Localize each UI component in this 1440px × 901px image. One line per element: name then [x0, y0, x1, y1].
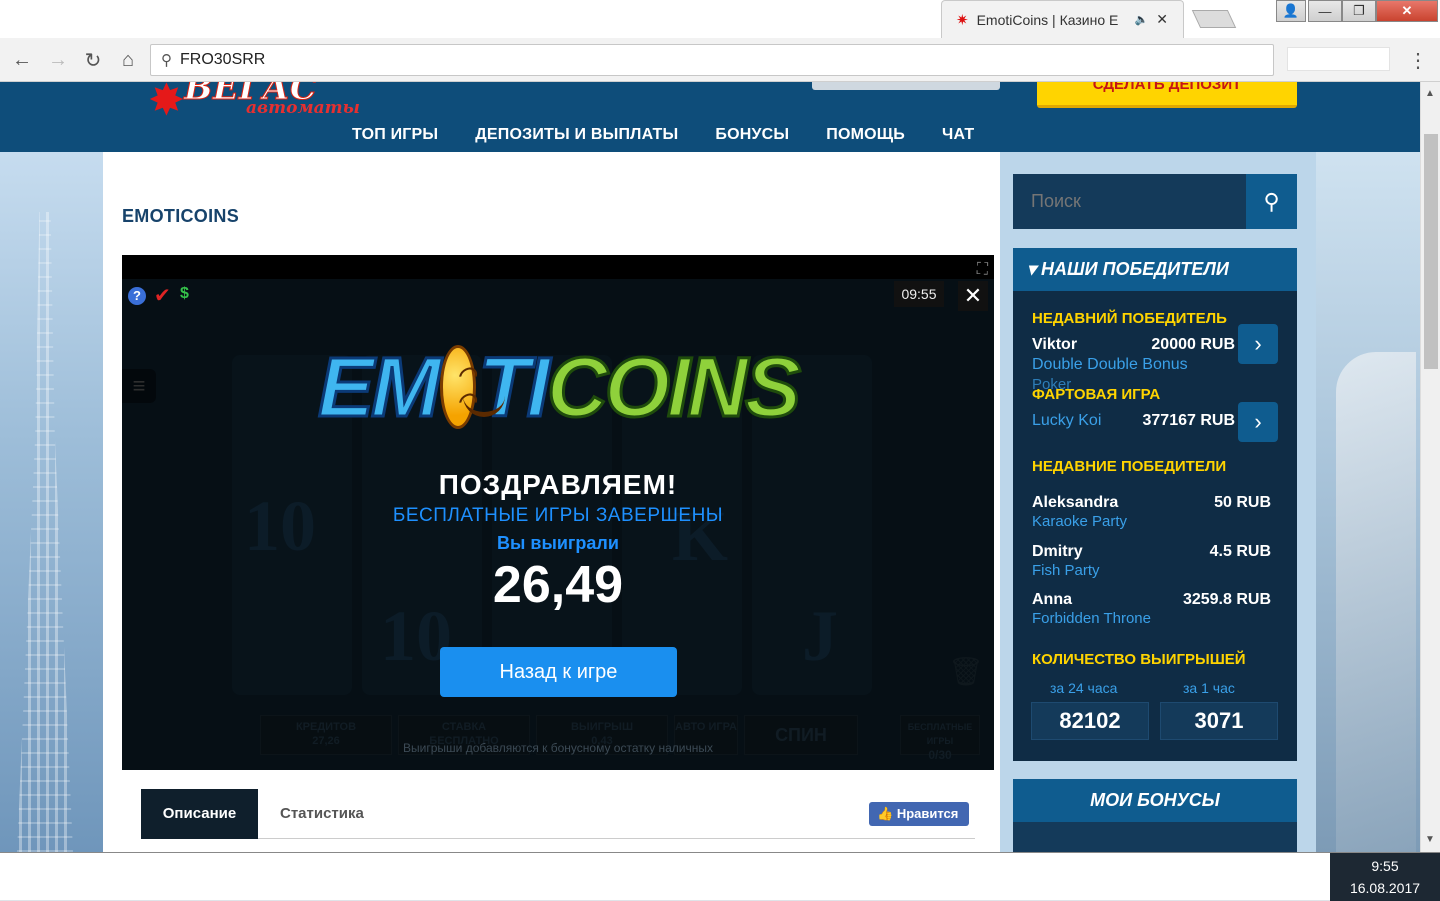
- wins-24h-count: 82102: [1031, 702, 1149, 740]
- winner-name: Anna: [1032, 591, 1072, 608]
- search-icon: ⚲: [1263, 189, 1280, 214]
- you-won-label: Вы выиграли: [497, 533, 619, 553]
- winner-amount: 20000 RUB: [1151, 336, 1235, 353]
- home-icon[interactable]: ⌂: [114, 46, 142, 74]
- site-logo[interactable]: ✸ ВЕГАС автоматы: [148, 82, 360, 134]
- check-icon[interactable]: ✔: [154, 283, 171, 308]
- wins-count-label: КОЛИЧЕСТВО ВЫИГРЫШЕЙ: [1032, 651, 1246, 668]
- bonuses-header[interactable]: МОИ БОНУСЫ: [1013, 779, 1297, 822]
- winner-game[interactable]: Forbidden Throne: [1032, 610, 1151, 627]
- winner-amount: 3259.8 RUB: [1182, 591, 1271, 608]
- game-timer: 09:55: [894, 281, 944, 307]
- search-button[interactable]: ⚲: [1246, 174, 1297, 229]
- window-minimize-button[interactable]: —: [1308, 0, 1342, 22]
- facebook-like-button[interactable]: 👍 Нравится: [869, 802, 969, 826]
- browser-toolbar: ← → ↻ ⌂ ⚲ FRO30SRR ⋮: [0, 38, 1440, 82]
- scroll-up-icon[interactable]: ▲: [1425, 88, 1435, 99]
- background-right: [1316, 152, 1420, 852]
- game-frame[interactable]: ⛶ 10 10 K J ≡ 🗑 КРЕДИТОВ 27,26 СТАВКА БЕСП…: [122, 255, 994, 770]
- deposit-button[interactable]: СДЕЛАТЬ ДЕПОЗИТ: [1037, 82, 1297, 108]
- winner-name: Viktor: [1032, 336, 1078, 353]
- tab-title: EmotiCoins | Казино Е: [976, 11, 1119, 28]
- search-box: ⚲: [1013, 174, 1297, 229]
- eiffel-tower-image: [17, 212, 73, 852]
- reload-icon[interactable]: ↻: [79, 46, 107, 74]
- page-title: EMOTICOINS: [122, 206, 240, 226]
- congrats-heading: ПОЗДРАВЛЯЕМ!: [438, 469, 678, 500]
- win-amount: 26,49: [492, 556, 624, 614]
- clock-time: 9:55: [1371, 858, 1399, 874]
- smiley-icon: [440, 345, 506, 429]
- speaker-icon[interactable]: 🔈: [1135, 13, 1149, 26]
- winner-amount: 50 RUB: [1214, 494, 1271, 511]
- back-arrow-icon[interactable]: ←: [8, 46, 36, 74]
- thumbs-up-icon: 👍: [877, 806, 894, 821]
- search-input[interactable]: [1013, 174, 1246, 229]
- star-icon: ✸: [148, 82, 185, 125]
- chevron-right-icon[interactable]: ›: [1238, 402, 1278, 442]
- taskbar-clock[interactable]: 9:55 16.08.2017: [1330, 853, 1440, 901]
- recent-winners-label: НЕДАВНИЕ ПОБЕДИТЕЛИ: [1032, 458, 1227, 475]
- lucky-game-name[interactable]: Lucky Koi: [1032, 412, 1101, 430]
- free-games-finished-text: БЕСПЛАТНЫЕ ИГРЫ ЗАВЕРШЕНЫ: [392, 505, 724, 526]
- address-text: FRO30SRR: [180, 51, 266, 68]
- winner-name: Aleksandra: [1032, 494, 1119, 511]
- close-icon[interactable]: ✕: [958, 281, 988, 311]
- lucky-game-label: ФАРТОВАЯ ИГРА: [1032, 386, 1161, 403]
- wins-1h-count: 3071: [1160, 702, 1278, 740]
- nav-item-bonuses[interactable]: БОНУСЫ: [715, 126, 789, 148]
- nav-item-help[interactable]: ПОМОЩЬ: [826, 126, 905, 148]
- address-bar[interactable]: ⚲ FRO30SRR: [150, 44, 1274, 76]
- recent-winner-label: НЕДАВНИЙ ПОБЕДИТЕЛЬ: [1032, 310, 1227, 327]
- taskbar: 9:55 16.08.2017: [0, 852, 1440, 901]
- nav-item-chat[interactable]: ЧАТ: [942, 126, 974, 148]
- bonuses-panel: МОИ БОНУСЫ: [1013, 779, 1297, 852]
- window-user-button[interactable]: 👤: [1276, 0, 1306, 22]
- site-header: ✸ ВЕГАС автоматы СДЕЛАТЬ ДЕПОЗИТ ТОП ИГР…: [0, 82, 1420, 152]
- slot-machine-image: [1336, 352, 1416, 852]
- tab-statistics[interactable]: Статистика: [280, 789, 364, 839]
- logo-subtitle: автоматы: [246, 98, 360, 118]
- browser-menu-icon[interactable]: ⋮: [1408, 46, 1428, 74]
- winner-game[interactable]: Double Double Bonus: [1032, 356, 1188, 374]
- page-viewport: ✸ ВЕГАС автоматы СДЕЛАТЬ ДЕПОЗИТ ТОП ИГР…: [0, 82, 1420, 852]
- bonus-note: Выигрыши добавляются к бонусному остатку…: [403, 741, 713, 755]
- login-field[interactable]: [812, 82, 1000, 90]
- winner-game[interactable]: Fish Party: [1032, 562, 1100, 579]
- tab-description[interactable]: Описание: [141, 789, 258, 839]
- scroll-thumb[interactable]: [1424, 134, 1438, 369]
- new-tab-button[interactable]: [1191, 10, 1237, 28]
- main-nav: ТОП ИГРЫ ДЕПОЗИТЫ И ВЫПЛАТЫ БОНУСЫ ПОМОЩ…: [352, 126, 1011, 148]
- extension-area[interactable]: [1287, 47, 1390, 71]
- content-tabs: Описание Статистика 👍 Нравится: [141, 789, 975, 839]
- clock-date: 16.08.2017: [1349, 880, 1421, 896]
- page-scrollbar[interactable]: ▲ ▼: [1420, 82, 1440, 852]
- emoticoins-logo: EMTICOINS: [317, 327, 803, 447]
- search-icon: ⚲: [161, 52, 172, 69]
- window-maximize-button[interactable]: ❐: [1342, 0, 1376, 22]
- wins-24h-label: за 24 часа: [1050, 680, 1118, 696]
- nav-item-deposits[interactable]: ДЕПОЗИТЫ И ВЫПЛАТЫ: [475, 126, 678, 148]
- wins-1h-label: за 1 час: [1183, 680, 1235, 696]
- main-content: EMOTICOINS ⛶ 10 10 K J ≡ 🗑 КРЕДИТОВ 27,26…: [103, 152, 1000, 852]
- background-left: [0, 152, 103, 852]
- nav-item-top-games[interactable]: ТОП ИГРЫ: [352, 126, 438, 148]
- winners-panel: ▾ НАШИ ПОБЕДИТЕЛИ НЕДАВНИЙ ПОБЕДИТЕЛЬ Vi…: [1013, 248, 1297, 761]
- browser-tabstrip: ✷ EmotiCoins | Казино Е 🔈 ✕ 👤 — ❐ ✕: [0, 0, 1440, 38]
- winner-amount: 4.5 RUB: [1209, 543, 1271, 560]
- winner-game[interactable]: Karaoke Party: [1032, 513, 1127, 530]
- help-icon[interactable]: ?: [128, 287, 146, 305]
- winner-name: Dmitry: [1032, 543, 1083, 560]
- chevron-right-icon[interactable]: ›: [1238, 324, 1278, 364]
- dollar-icon[interactable]: $: [180, 285, 189, 303]
- back-to-game-button[interactable]: Назад к игре: [440, 647, 677, 697]
- browser-tab[interactable]: ✷ EmotiCoins | Казино Е 🔈 ✕: [941, 0, 1184, 38]
- scroll-down-icon[interactable]: ▼: [1425, 834, 1435, 845]
- lucky-game-amount: 377167 RUB: [1142, 412, 1236, 429]
- tab-close-icon[interactable]: ✕: [1156, 11, 1168, 28]
- window-close-button[interactable]: ✕: [1376, 0, 1438, 22]
- winners-header[interactable]: ▾ НАШИ ПОБЕДИТЕЛИ: [1013, 248, 1297, 291]
- favicon-icon: ✷: [956, 11, 969, 29]
- forward-arrow-icon[interactable]: →: [44, 46, 72, 74]
